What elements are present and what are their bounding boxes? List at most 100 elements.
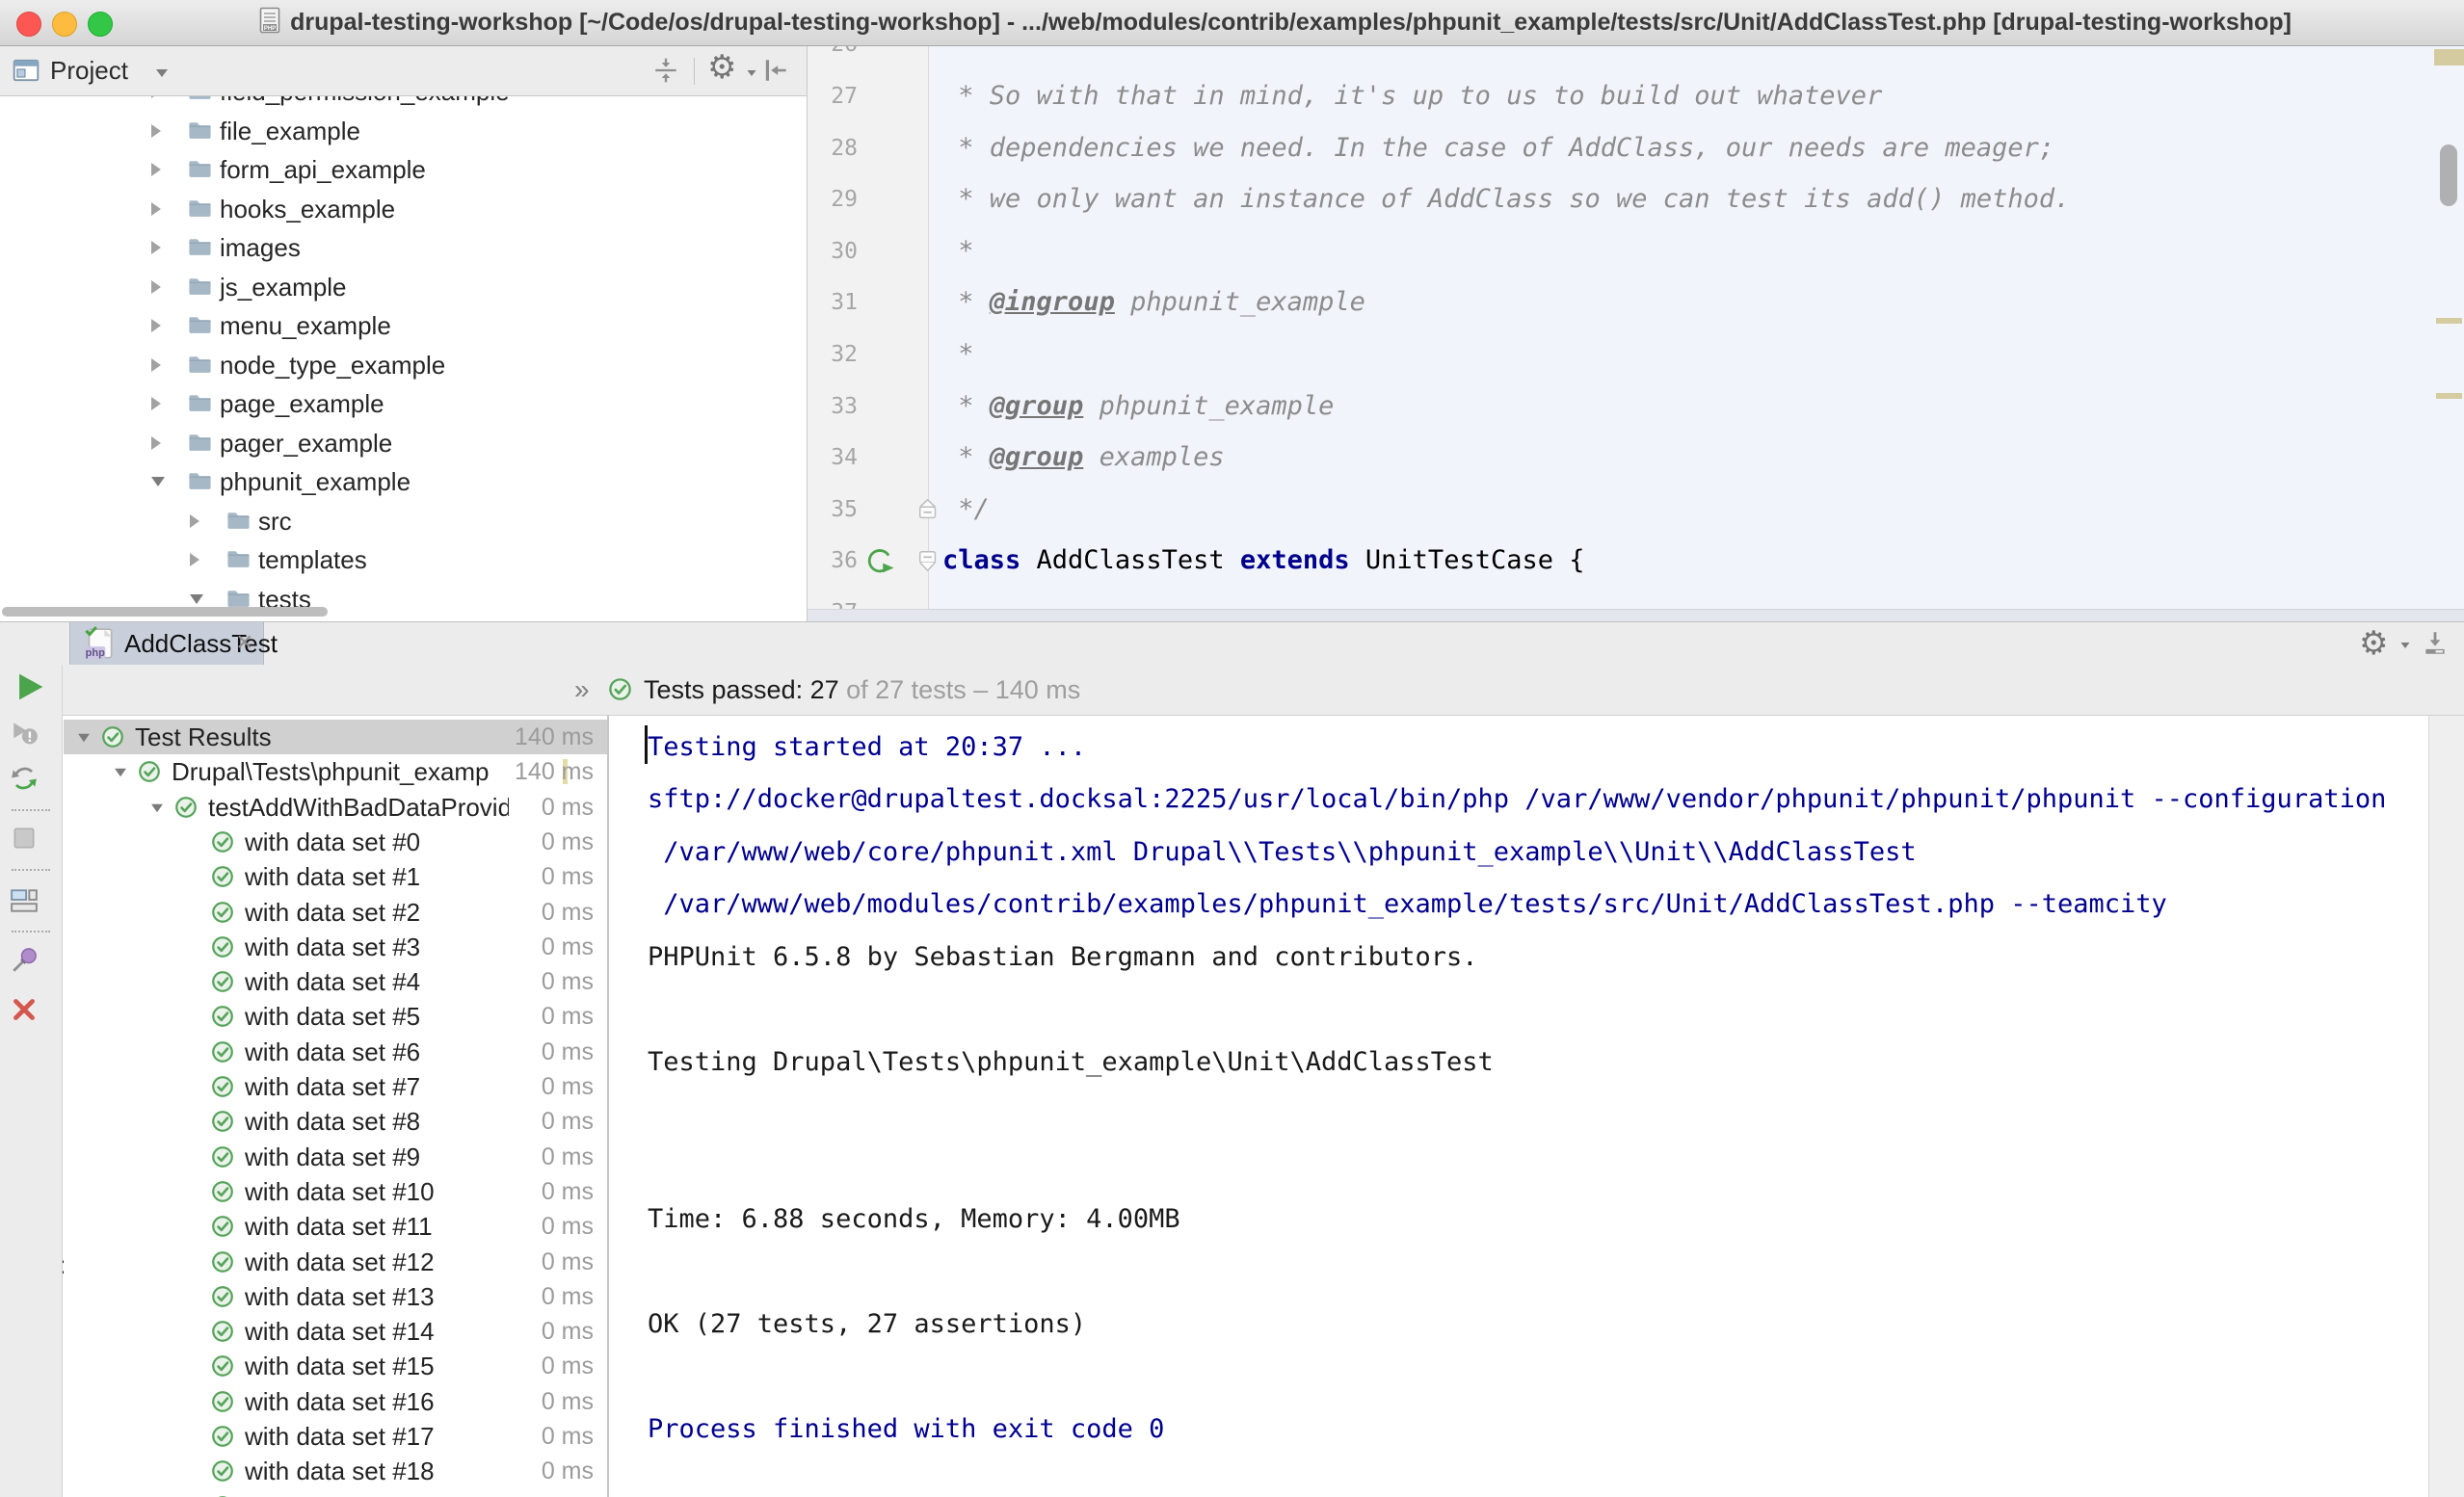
- toggle-auto-test-icon: [10, 764, 39, 793]
- test-tree-row[interactable]: with data set #130 ms: [64, 1279, 607, 1314]
- hide-window-icon[interactable]: [2421, 629, 2450, 663]
- project-tree-item-templates[interactable]: templates: [0, 540, 807, 579]
- test-passed-icon: [210, 1144, 235, 1169]
- chevron-right-icon[interactable]: [151, 436, 161, 450]
- project-tree-item-js_example[interactable]: js_example: [0, 268, 807, 306]
- locate-icon[interactable]: [651, 56, 680, 90]
- run-tab-title: AddClassTest: [124, 622, 278, 665]
- pin-button[interactable]: [10, 946, 39, 975]
- chevron-down-icon[interactable]: [748, 70, 756, 76]
- php-test-file-icon: php: [82, 625, 117, 669]
- chevron-right-icon[interactable]: [190, 553, 199, 566]
- test-tree-row[interactable]: with data set #90 ms: [64, 1140, 607, 1174]
- fold-marker-icon: [916, 548, 941, 573]
- project-tree-item-hooks_example[interactable]: hooks_example: [0, 190, 807, 228]
- chevron-down-icon[interactable]: [78, 734, 90, 743]
- chevron-right-icon[interactable]: [151, 124, 161, 138]
- toggle-auto-test-button[interactable]: [10, 764, 39, 793]
- settings-gear-icon[interactable]: ⚙: [2359, 622, 2388, 666]
- chevron-down-icon[interactable]: [151, 477, 165, 486]
- test-passed-icon: [210, 1319, 235, 1344]
- test-tree-row[interactable]: with data set #120 ms: [64, 1245, 607, 1279]
- project-tree-item-images[interactable]: images: [0, 228, 807, 267]
- line-number: 32: [808, 339, 858, 370]
- folder-icon: [187, 275, 213, 301]
- project-tree-item-menu_example[interactable]: menu_example: [0, 306, 807, 345]
- code-fold-marker[interactable]: [916, 548, 941, 578]
- test-tree-row[interactable]: Test Results140 ms: [64, 720, 607, 754]
- chevron-right-icon[interactable]: [151, 241, 161, 254]
- project-tree-item-form_api_example[interactable]: form_api_example: [0, 150, 807, 189]
- chevron-right-icon[interactable]: [190, 514, 199, 528]
- test-tree-row[interactable]: with data set #170 ms: [64, 1419, 607, 1454]
- close-button[interactable]: [10, 995, 39, 1024]
- test-tree-row[interactable]: with data set #110 ms: [64, 1209, 607, 1244]
- stop-button[interactable]: [10, 824, 39, 853]
- test-duration-label: 0 ms: [542, 1209, 594, 1244]
- project-tree-item-file_example[interactable]: file_example: [0, 112, 807, 150]
- project-tree-item-page_example[interactable]: page_example: [0, 384, 807, 423]
- rerun-failed-button[interactable]: [10, 718, 39, 747]
- editor-horizontal-scrollbar[interactable]: [808, 609, 2464, 621]
- chevron-down-icon[interactable]: [115, 769, 126, 777]
- project-tree-item-node_type_example[interactable]: node_type_example: [0, 346, 807, 384]
- chevron-right-icon[interactable]: [151, 397, 161, 410]
- editor-vertical-scrollbar[interactable]: [2440, 144, 2457, 206]
- settings-gear-icon[interactable]: ⚙: [707, 51, 736, 84]
- test-tree-row[interactable]: with data set #30 ms: [64, 930, 607, 964]
- chevron-down-icon[interactable]: [151, 803, 163, 812]
- test-tree-row[interactable]: with data set #80 ms: [64, 1104, 607, 1139]
- test-tree-row[interactable]: testAddWithBadDataProvider0 ms: [64, 790, 607, 825]
- test-passed-icon: [210, 1249, 235, 1274]
- horizontal-scrollbar[interactable]: [2, 607, 328, 617]
- test-tree-row[interactable]: with data set #40 ms: [64, 964, 607, 999]
- chevron-right-icon[interactable]: [151, 358, 161, 372]
- chevron-right-icon[interactable]: [151, 163, 161, 176]
- test-tree-row[interactable]: with data set #150 ms: [64, 1349, 607, 1383]
- test-tree-row[interactable]: with data set #50 ms: [64, 999, 607, 1034]
- chevron-right-icon[interactable]: [151, 202, 161, 216]
- minimize-window-button[interactable]: [52, 12, 77, 37]
- test-tree-row[interactable]: with data set #00 ms: [64, 825, 607, 859]
- console-output[interactable]: Testing started at 20:37 ...sftp://docke…: [609, 716, 2428, 1497]
- test-tree-row[interactable]: with data set #20 ms: [64, 895, 607, 930]
- test-tree-row[interactable]: with data set #190 ms: [64, 1489, 607, 1497]
- chevron-right-icon[interactable]: [151, 280, 161, 294]
- console-line: Testing Drupal\Tests\phpunit_example\Uni…: [648, 1036, 1494, 1089]
- test-passed-icon: [210, 1353, 235, 1379]
- test-tree-row[interactable]: with data set #60 ms: [64, 1035, 607, 1069]
- toolbar-overflow-chevron[interactable]: »: [574, 667, 590, 713]
- chevron-right-icon[interactable]: [151, 96, 161, 98]
- test-name-label: with data set #12: [245, 1245, 435, 1279]
- run-test-gutter-button[interactable]: [865, 546, 894, 580]
- chevron-down-icon[interactable]: [156, 69, 168, 77]
- scrollbar-warning-stripe[interactable]: [2436, 318, 2462, 324]
- project-tree-item-field_permission_example[interactable]: field_permission_example: [0, 96, 807, 111]
- test-name-label: with data set #13: [245, 1279, 435, 1314]
- project-tree-item-src[interactable]: src: [0, 502, 807, 540]
- test-tree-row[interactable]: with data set #180 ms: [64, 1454, 607, 1488]
- code-editor[interactable]: 263727 * So with that in mind, it's up t…: [808, 46, 2464, 621]
- close-tab-icon[interactable]: ×: [236, 622, 253, 665]
- test-tree-row[interactable]: with data set #100 ms: [64, 1174, 607, 1209]
- test-tree-row[interactable]: with data set #10 ms: [64, 859, 607, 894]
- project-tree-item-phpunit_example[interactable]: phpunit_example: [0, 462, 807, 501]
- close-window-button[interactable]: [16, 12, 41, 37]
- chevron-right-icon[interactable]: [151, 319, 161, 332]
- project-tree-item-pager_example[interactable]: pager_example: [0, 424, 807, 462]
- zoom-window-button[interactable]: [88, 12, 113, 37]
- test-tree-row[interactable]: Drupal\Tests\phpunit_examp140 ms: [64, 754, 607, 789]
- restore-layout-button[interactable]: [10, 886, 39, 915]
- test-tree-row[interactable]: with data set #140 ms: [64, 1314, 607, 1349]
- stop-icon: [10, 824, 39, 853]
- code-fold-marker[interactable]: [916, 497, 941, 527]
- scrollbar-warning-stripe[interactable]: [2436, 393, 2462, 399]
- project-panel-title[interactable]: Project: [50, 46, 128, 95]
- test-tree-row[interactable]: with data set #70 ms: [64, 1069, 607, 1104]
- run-configuration-tab[interactable]: php AddClassTest ×: [69, 622, 264, 665]
- hide-panel-icon[interactable]: [761, 56, 790, 90]
- chevron-down-icon[interactable]: [190, 594, 203, 604]
- test-tree-row[interactable]: with data set #160 ms: [64, 1384, 607, 1419]
- chevron-down-icon[interactable]: [2401, 643, 2410, 648]
- rerun-button[interactable]: [13, 670, 46, 703]
